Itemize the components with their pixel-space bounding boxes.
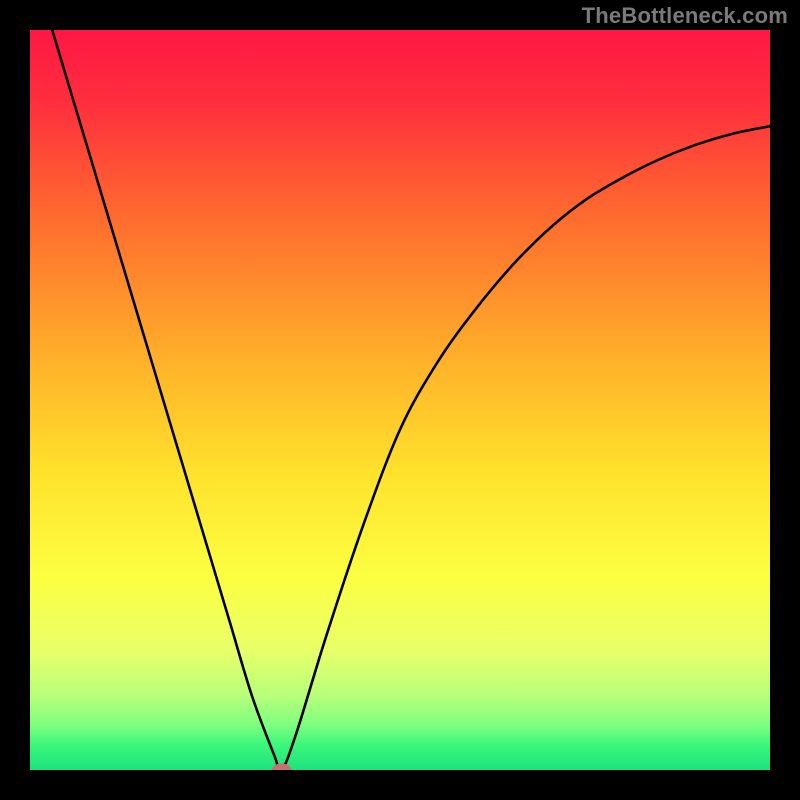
- gradient-background: [30, 30, 770, 770]
- chart-plot: [30, 30, 770, 770]
- chart-frame: TheBottleneck.com: [0, 0, 800, 800]
- watermark-text: TheBottleneck.com: [582, 3, 788, 29]
